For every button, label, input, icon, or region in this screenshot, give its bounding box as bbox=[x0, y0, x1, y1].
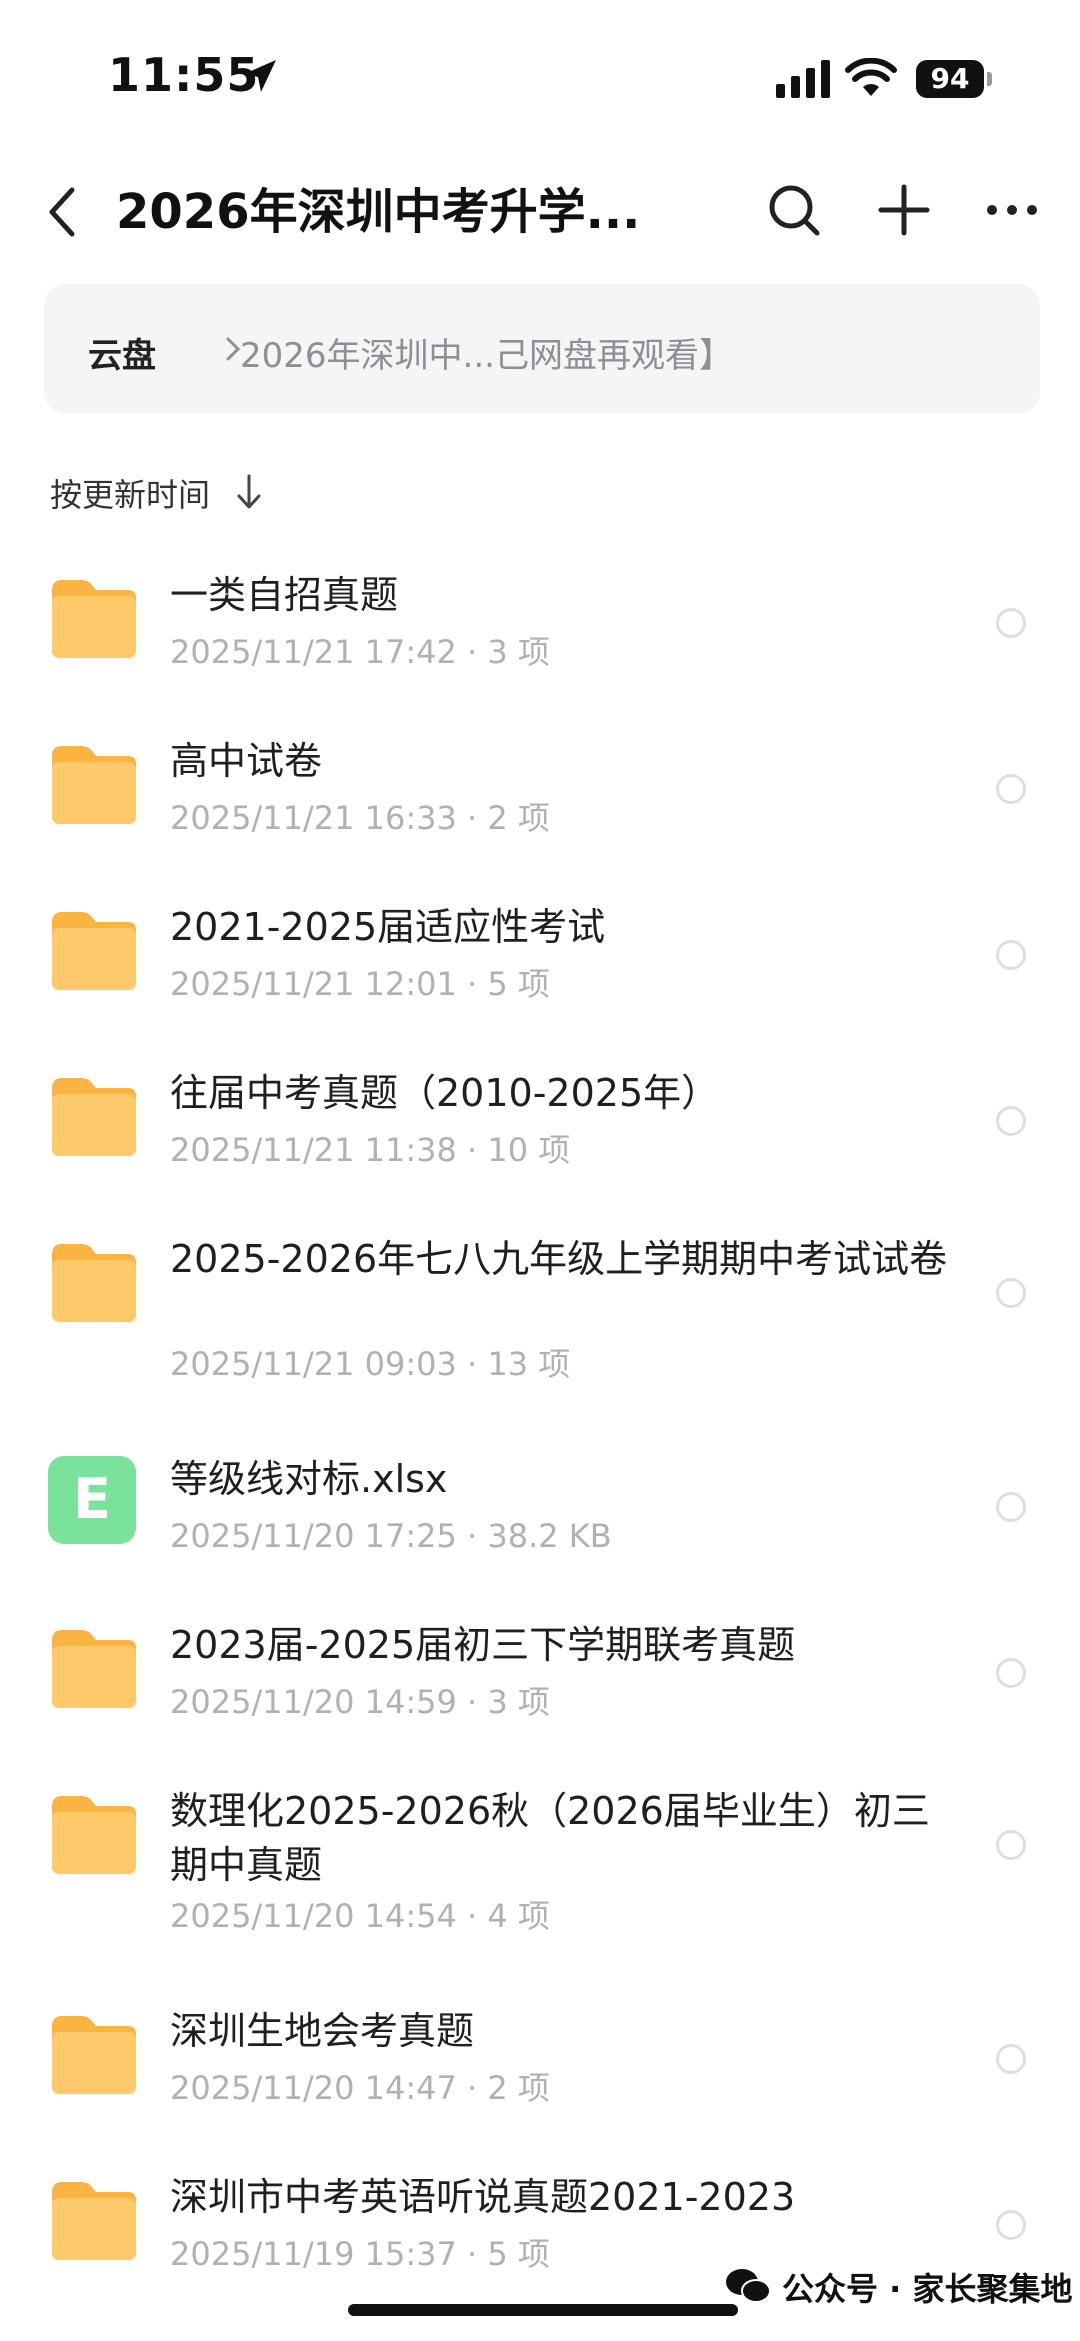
folder-icon bbox=[52, 1796, 136, 1874]
select-radio[interactable] bbox=[996, 2044, 1026, 2074]
item-meta: 2025/11/21 09:03 · 13 项 bbox=[170, 1345, 571, 1383]
breadcrumb: 云盘 2026年深圳中...己网盘再观看】 bbox=[44, 284, 1040, 414]
folder-icon bbox=[52, 912, 136, 990]
item-name: 一类自招真题 bbox=[170, 573, 399, 617]
select-radio[interactable] bbox=[996, 1492, 1026, 1522]
folder-icon bbox=[52, 1630, 136, 1708]
item-name: 往届中考真题（2010-2025年） bbox=[170, 1071, 720, 1115]
page-title: 2026年深圳中考升学... bbox=[116, 184, 641, 240]
cellular-signal-icon bbox=[776, 60, 830, 98]
folder-icon bbox=[52, 746, 136, 824]
wechat-icon bbox=[726, 2269, 771, 2303]
battery-indicator: 94 bbox=[916, 60, 984, 98]
item-meta: 2025/11/19 15:37 · 5 项 bbox=[170, 2235, 550, 2273]
folder-icon bbox=[52, 1078, 136, 1156]
select-radio[interactable] bbox=[996, 1278, 1026, 1308]
item-name: 2025-2026年七八九年级上学期期中考试试卷 bbox=[170, 1237, 948, 1281]
screen: 11:55 94 2026年深圳中考升学... 云盘 2026年深圳中...己网… bbox=[0, 0, 1080, 2341]
sort-selector[interactable]: 按更新时间 bbox=[50, 470, 210, 516]
select-radio[interactable] bbox=[996, 940, 1026, 970]
location-arrow-icon bbox=[244, 60, 276, 92]
item-meta: 2025/11/21 16:33 · 2 项 bbox=[170, 799, 550, 837]
item-meta: 2025/11/20 14:47 · 2 项 bbox=[170, 2069, 550, 2107]
select-radio[interactable] bbox=[996, 774, 1026, 804]
wifi-icon bbox=[845, 58, 897, 96]
add-icon[interactable] bbox=[876, 182, 932, 238]
select-radio[interactable] bbox=[996, 608, 1026, 638]
item-name: 深圳生地会考真题 bbox=[170, 2009, 475, 2053]
more-options-icon[interactable] bbox=[984, 182, 1040, 238]
select-radio[interactable] bbox=[996, 1830, 1026, 1860]
folder-icon bbox=[52, 1244, 136, 1322]
item-name: 深圳市中考英语听说真题2021-2023 bbox=[170, 2175, 796, 2219]
nav-header: 2026年深圳中考升学... bbox=[0, 160, 1080, 260]
battery-tip bbox=[987, 72, 992, 86]
select-radio[interactable] bbox=[996, 1658, 1026, 1688]
item-meta: 2025/11/21 11:38 · 10 项 bbox=[170, 1131, 571, 1169]
excel-file-icon: E bbox=[48, 1456, 136, 1544]
status-bar: 11:55 94 bbox=[0, 0, 1080, 150]
select-radio[interactable] bbox=[996, 1106, 1026, 1136]
watermark: 公众号 · 家长聚集地 bbox=[782, 2270, 1073, 2308]
home-indicator bbox=[348, 2304, 738, 2316]
item-name: 2021-2025届适应性考试 bbox=[170, 905, 606, 949]
item-meta: 2025/11/20 17:25 · 38.2 KB bbox=[170, 1517, 612, 1555]
item-meta: 2025/11/20 14:54 · 4 项 bbox=[170, 1897, 550, 1935]
breadcrumb-current: 2026年深圳中...己网盘再观看】 bbox=[240, 336, 733, 376]
back-chevron-icon[interactable] bbox=[40, 182, 84, 242]
item-name: 等级线对标.xlsx bbox=[170, 1457, 448, 1501]
arrow-down-icon[interactable] bbox=[234, 472, 264, 512]
item-name: 2023届-2025届初三下学期联考真题 bbox=[170, 1623, 796, 1667]
folder-icon bbox=[52, 580, 136, 658]
item-name: 数理化2025-2026秋（2026届毕业生）初三期中真题 bbox=[170, 1789, 930, 1887]
select-radio[interactable] bbox=[996, 2210, 1026, 2240]
folder-icon bbox=[52, 2016, 136, 2094]
breadcrumb-root[interactable]: 云盘 bbox=[88, 328, 156, 377]
item-meta: 2025/11/21 12:01 · 5 项 bbox=[170, 965, 550, 1003]
item-meta: 2025/11/20 14:59 · 3 项 bbox=[170, 1683, 550, 1721]
folder-icon bbox=[52, 2182, 136, 2260]
item-meta: 2025/11/21 17:42 · 3 项 bbox=[170, 633, 550, 671]
search-icon[interactable] bbox=[766, 182, 822, 238]
status-time: 11:55 bbox=[108, 48, 260, 102]
item-name: 高中试卷 bbox=[170, 739, 323, 783]
